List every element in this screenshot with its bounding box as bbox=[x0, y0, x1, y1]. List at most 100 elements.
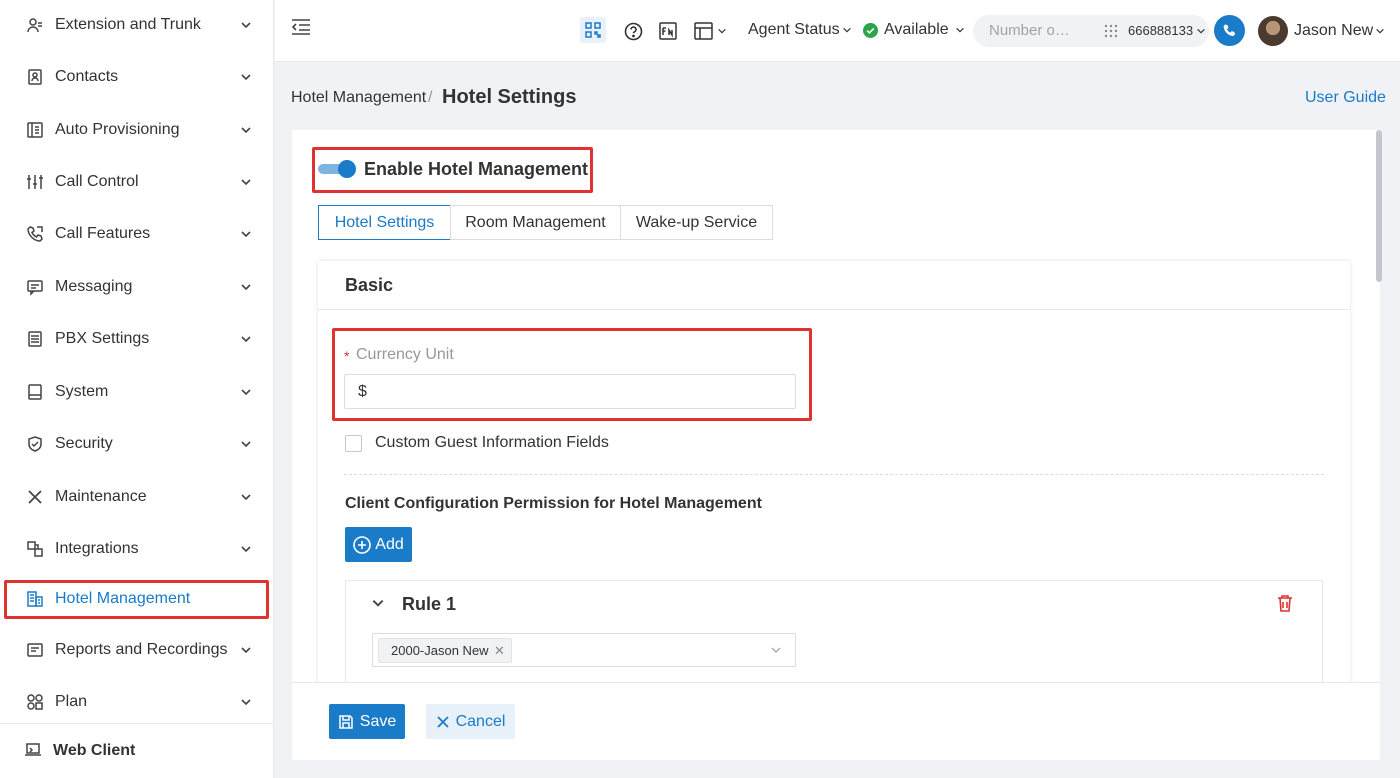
currency-unit-input[interactable] bbox=[344, 374, 796, 409]
chevron-down-icon bbox=[241, 494, 251, 501]
save-label: Save bbox=[359, 712, 397, 730]
currency-unit-label: Currency Unit bbox=[356, 346, 454, 363]
contacts-book-icon bbox=[26, 68, 44, 86]
add-label: Add bbox=[375, 535, 404, 553]
hotel-icon bbox=[26, 590, 44, 608]
cancel-button[interactable]: Cancel bbox=[426, 704, 515, 739]
save-button[interactable]: Save bbox=[329, 704, 405, 739]
custom-guest-fields-checkbox[interactable] bbox=[345, 435, 362, 452]
sidebar-item-label: Call Features bbox=[55, 225, 151, 242]
pbx-settings-icon bbox=[26, 330, 44, 348]
availability-label: Available bbox=[884, 21, 949, 38]
user-menu[interactable]: Jason New bbox=[1294, 22, 1385, 40]
sidebar-item-reports-and-recordings[interactable]: Reports and Recordings bbox=[0, 630, 274, 670]
sidebar-item-pbx-settings[interactable]: PBX Settings bbox=[0, 319, 274, 359]
phone-icon bbox=[1223, 24, 1236, 36]
sidebar-item-label: Plan bbox=[55, 693, 88, 710]
chevron-down-icon bbox=[241, 336, 251, 343]
tab-label: Room Management bbox=[465, 213, 606, 231]
call-button[interactable] bbox=[1214, 15, 1245, 46]
dial-number-input[interactable]: Number o… 666888133 bbox=[973, 15, 1209, 47]
sidebar-item-maintenance[interactable]: Maintenance bbox=[0, 477, 274, 517]
dialpad-icon[interactable] bbox=[1104, 24, 1118, 38]
chevron-down-icon[interactable] bbox=[770, 644, 782, 656]
chevron-down-icon bbox=[1197, 28, 1205, 33]
cancel-label: Cancel bbox=[455, 712, 506, 730]
agent-status-dropdown[interactable]: Agent Status bbox=[748, 21, 852, 39]
sidebar-item-label: Maintenance bbox=[55, 488, 147, 505]
sidebar-item-label: Extension and Trunk bbox=[55, 16, 201, 33]
enable-hotel-management-toggle[interactable] bbox=[318, 160, 356, 178]
save-icon bbox=[339, 714, 353, 729]
breadcrumb-parent[interactable]: Hotel Management bbox=[291, 89, 426, 107]
sidebar-item-label: Reports and Recordings bbox=[55, 641, 228, 658]
message-icon bbox=[26, 278, 44, 296]
chevron-down-icon[interactable] bbox=[371, 596, 385, 610]
sidebar-item-hotel-management[interactable]: Hotel Management bbox=[0, 579, 274, 619]
tag-label: 2000-Jason New bbox=[391, 643, 489, 658]
rule-title: Rule 1 bbox=[402, 594, 457, 614]
sidebar-item-call-control[interactable]: Call Control bbox=[0, 162, 274, 202]
qr-code-icon[interactable] bbox=[580, 17, 606, 43]
remove-tag-icon[interactable]: ✕ bbox=[494, 643, 505, 659]
collapse-menu-icon[interactable] bbox=[291, 18, 311, 36]
sidebar-item-security[interactable]: Security bbox=[0, 424, 274, 464]
reports-icon bbox=[26, 641, 44, 659]
sidebar-item-label: Hotel Management bbox=[55, 590, 191, 607]
user-guide-link[interactable]: User Guide bbox=[1305, 89, 1386, 107]
web-client-link[interactable]: Web Client bbox=[0, 723, 274, 778]
sidebar-item-label: PBX Settings bbox=[55, 330, 150, 347]
sidebar-item-auto-provisioning[interactable]: Auto Provisioning bbox=[0, 110, 274, 150]
feature-code-icon[interactable] bbox=[659, 22, 677, 40]
chevron-down-icon bbox=[241, 284, 251, 291]
scrollbar-thumb[interactable] bbox=[1376, 130, 1382, 282]
phone-features-icon bbox=[26, 225, 44, 243]
chevron-down-icon bbox=[955, 27, 964, 33]
sidebar-item-plan[interactable]: Plan bbox=[0, 682, 274, 722]
dial-number-placeholder: Number o… bbox=[989, 22, 1070, 39]
plan-icon bbox=[26, 693, 44, 711]
chevron-down-icon bbox=[241, 441, 251, 448]
provisioning-icon bbox=[26, 121, 44, 139]
user-name: Jason New bbox=[1294, 22, 1374, 39]
sidebar-item-label: Auto Provisioning bbox=[55, 121, 180, 138]
sidebar-item-label: System bbox=[55, 383, 109, 400]
plus-circle-icon bbox=[353, 535, 372, 554]
help-icon[interactable] bbox=[624, 22, 643, 41]
chevron-down-icon bbox=[241, 647, 251, 654]
sidebar-item-contacts[interactable]: Contacts bbox=[0, 57, 274, 97]
window-menu-icon[interactable] bbox=[694, 22, 727, 40]
sidebar-item-messaging[interactable]: Messaging bbox=[0, 267, 274, 307]
chevron-down-icon bbox=[241, 74, 251, 81]
enable-hotel-management-label: Enable Hotel Management bbox=[364, 159, 589, 179]
agent-status-label: Agent Status bbox=[748, 21, 840, 38]
top-header: Agent Status Available Number o… 6668881… bbox=[275, 0, 1400, 62]
chevron-down-icon bbox=[1376, 28, 1384, 34]
availability-dropdown[interactable]: Available bbox=[863, 21, 965, 39]
web-client-label: Web Client bbox=[53, 742, 136, 759]
custom-guest-fields-label: Custom Guest Information Fields bbox=[375, 434, 609, 451]
sidebar-item-label: Call Control bbox=[55, 173, 139, 190]
extension-selector[interactable]: 666888133 bbox=[1128, 23, 1206, 38]
sidebar-item-system[interactable]: System bbox=[0, 372, 274, 412]
tab-label: Hotel Settings bbox=[334, 213, 435, 231]
sidebar-item-label: Security bbox=[55, 435, 113, 452]
chevron-down-icon bbox=[241, 546, 251, 553]
tab-room-management[interactable]: Room Management bbox=[450, 205, 621, 240]
sidebar-item-extension-and-trunk[interactable]: Extension and Trunk bbox=[0, 5, 274, 45]
available-check-icon bbox=[863, 22, 878, 38]
toggle-knob bbox=[338, 160, 356, 178]
monitor-icon bbox=[26, 383, 44, 401]
sidebar-item-label: Integrations bbox=[55, 540, 139, 557]
user-list-icon bbox=[26, 16, 44, 34]
sidebar-item-call-features[interactable]: Call Features bbox=[0, 214, 274, 254]
trash-icon[interactable] bbox=[1276, 594, 1294, 613]
sidebar-item-integrations[interactable]: Integrations bbox=[0, 529, 274, 569]
tab-wake-up-service[interactable]: Wake-up Service bbox=[620, 205, 773, 240]
avatar[interactable] bbox=[1258, 16, 1288, 46]
chevron-down-icon bbox=[241, 127, 251, 134]
tab-hotel-settings[interactable]: Hotel Settings bbox=[318, 205, 451, 240]
tools-icon bbox=[26, 488, 44, 506]
add-rule-button[interactable]: Add bbox=[345, 527, 412, 562]
chevron-down-icon bbox=[241, 22, 251, 29]
